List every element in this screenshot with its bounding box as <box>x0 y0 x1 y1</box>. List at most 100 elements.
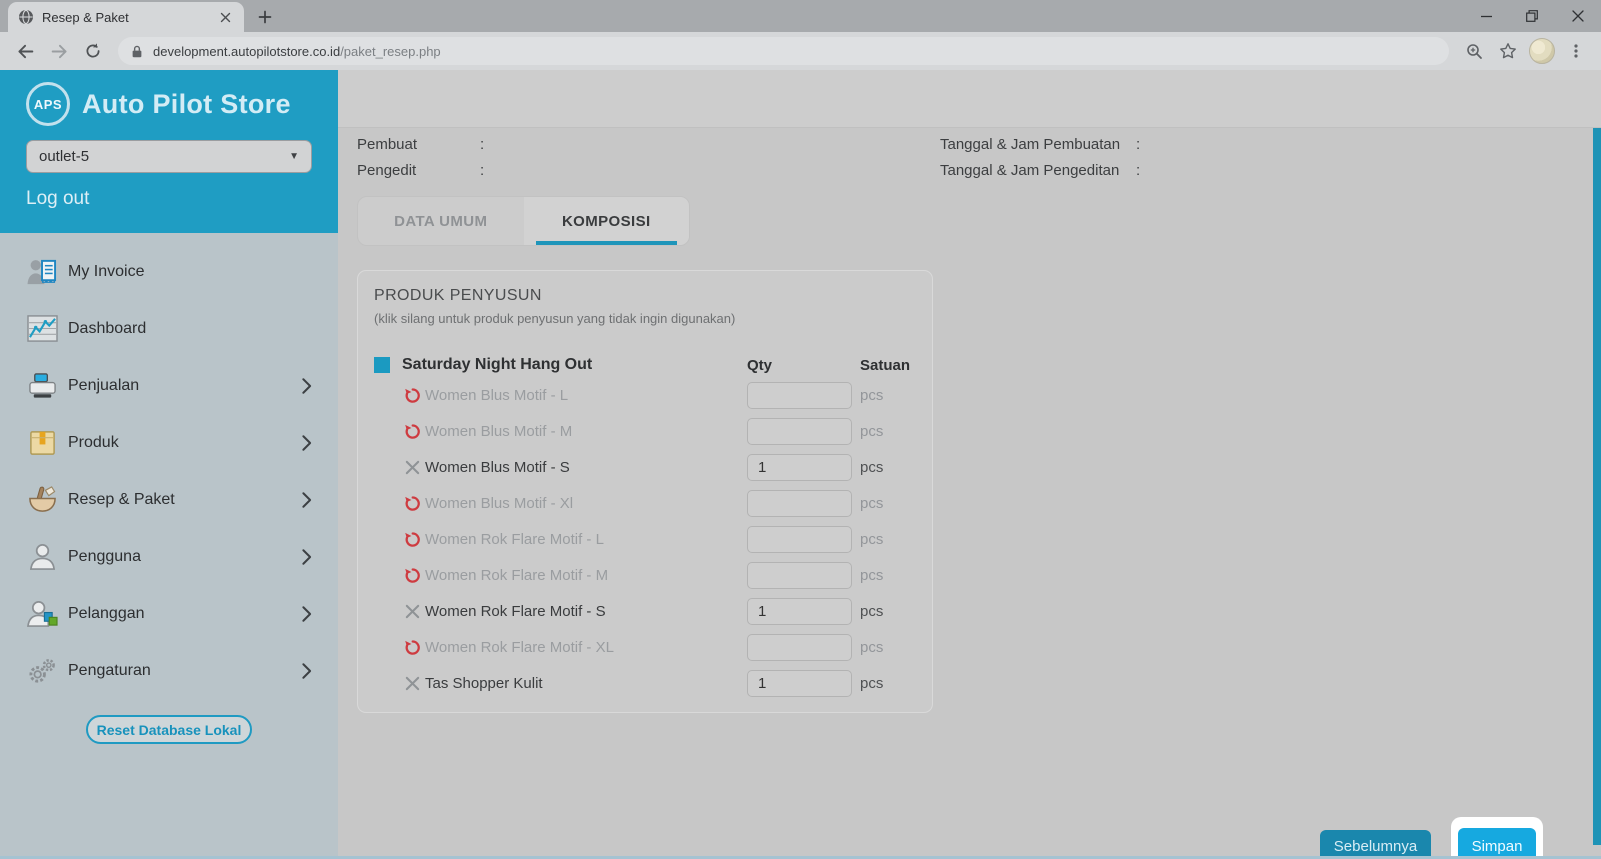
sidebar-item-my-invoice[interactable]: My Invoice <box>0 243 338 300</box>
unit-label: pcs <box>860 603 916 620</box>
undo-icon[interactable] <box>404 495 425 512</box>
aps-logo: APS <box>26 82 70 126</box>
page-scrollbar[interactable] <box>1593 128 1601 845</box>
window-close-button[interactable] <box>1555 0 1601 32</box>
undo-icon[interactable] <box>404 567 425 584</box>
outlet-select[interactable]: outlet-5 ▼ <box>26 140 312 173</box>
sidebar-item-label: Resep & Paket <box>68 491 175 509</box>
qty-input[interactable] <box>747 454 852 481</box>
browser-tab[interactable]: Resep & Paket <box>8 2 244 32</box>
sidebar-item-penjualan[interactable]: Penjualan <box>0 357 338 414</box>
pengedit-label: Pengedit <box>357 162 480 180</box>
dashboard-icon <box>26 314 62 343</box>
sidebar-item-dashboard[interactable]: Dashboard <box>0 300 338 357</box>
remove-x-icon[interactable] <box>404 459 425 476</box>
logout-link[interactable]: Log out <box>26 188 312 210</box>
profile-avatar[interactable] <box>1529 38 1555 64</box>
tab-komposisi[interactable]: KOMPOSISI <box>524 197 690 245</box>
invoice-icon <box>26 257 62 286</box>
sidebar-item-resep-paket[interactable]: Resep & Paket <box>0 471 338 528</box>
remove-x-icon[interactable] <box>404 675 425 692</box>
sidebar-item-label: Dashboard <box>68 320 146 338</box>
unit-label: pcs <box>860 567 916 584</box>
sidebar-item-produk[interactable]: Produk <box>0 414 338 471</box>
qty-input[interactable] <box>747 634 852 661</box>
previous-button[interactable]: Sebelumnya <box>1320 830 1431 856</box>
chevron-right-icon <box>301 377 312 395</box>
pembuat-row: Pembuat : <box>357 136 940 154</box>
record-meta: Pembuat : Pengedit : Tanggal & Jam Pembu… <box>338 128 1601 180</box>
outlet-select-value: outlet-5 <box>39 148 89 165</box>
unit-label: pcs <box>860 459 916 476</box>
customers-icon <box>26 599 62 628</box>
undo-icon[interactable] <box>404 387 425 404</box>
tanggal-pengeditan-label: Tanggal & Jam Pengeditan <box>940 162 1136 180</box>
save-button[interactable]: Simpan <box>1458 828 1536 857</box>
product-row: Women Rok Flare Motif - S pcs <box>374 597 916 626</box>
undo-icon[interactable] <box>404 423 425 440</box>
tabs-bar: DATA UMUMKOMPOSISI <box>357 196 690 246</box>
qty-input[interactable] <box>747 418 852 445</box>
product-name: Women Rok Flare Motif - XL <box>425 639 747 656</box>
product-row: Women Blus Motif - Spcs <box>374 453 916 482</box>
tab-title: Resep & Paket <box>42 10 216 25</box>
qty-cell <box>747 670 860 697</box>
qty-input[interactable] <box>747 562 852 589</box>
chevron-right-icon <box>301 662 312 680</box>
colon: : <box>480 136 494 154</box>
browser-menu-icon[interactable] <box>1561 36 1591 66</box>
tanggal-pembuatan-row: Tanggal & Jam Pembuatan : <box>940 136 1150 154</box>
product-row: Women Rok Flare Motif - M pcs <box>374 561 916 590</box>
product-name: Women Rok Flare Motif - M <box>425 567 747 584</box>
tab-data-umum[interactable]: DATA UMUM <box>358 197 524 245</box>
user-icon <box>26 542 62 571</box>
sidebar-item-label: Penjualan <box>68 377 139 395</box>
product-name: Women Blus Motif - L <box>425 387 747 404</box>
product-name: Women Rok Flare Motif - S <box>425 603 747 620</box>
qty-input[interactable] <box>747 526 852 553</box>
product-row: Women Blus Motif - Lpcs <box>374 381 916 410</box>
qty-input[interactable] <box>747 490 852 517</box>
colon: : <box>1136 136 1150 154</box>
tab-close-icon[interactable] <box>216 8 234 26</box>
qty-input[interactable] <box>747 670 852 697</box>
bookmark-star-icon[interactable] <box>1493 36 1523 66</box>
reset-database-button[interactable]: Reset Database Lokal <box>86 715 252 744</box>
window-restore-button[interactable] <box>1509 0 1555 32</box>
unit-label: pcs <box>860 531 916 548</box>
sidebar-item-pengguna[interactable]: Pengguna <box>0 528 338 585</box>
product-row: Women Blus Motif - Xlpcs <box>374 489 916 518</box>
sidebar-item-label: My Invoice <box>68 263 144 281</box>
reload-icon[interactable] <box>78 36 108 66</box>
qty-input[interactable] <box>747 598 852 625</box>
panel-title: PRODUK PENYUSUN <box>374 287 916 305</box>
url-bar[interactable]: development.autopilotstore.co.id/paket_r… <box>118 37 1449 65</box>
qty-cell <box>747 382 860 409</box>
remove-x-icon[interactable] <box>404 603 425 620</box>
pengedit-row: Pengedit : <box>357 162 940 180</box>
meta-left: Pembuat : Pengedit : <box>357 136 940 180</box>
product-row: Women Rok Flare Motif - XL pcs <box>374 633 916 662</box>
sidebar-item-label: Pelanggan <box>68 605 145 623</box>
zoom-search-icon[interactable] <box>1459 36 1489 66</box>
back-icon[interactable] <box>10 36 40 66</box>
sidebar-item-pelanggan[interactable]: Pelanggan <box>0 585 338 642</box>
colon: : <box>480 162 494 180</box>
qty-input[interactable] <box>747 382 852 409</box>
undo-icon[interactable] <box>404 639 425 656</box>
group-name: Saturday Night Hang Out <box>402 356 747 374</box>
sidebar-item-pengaturan[interactable]: Pengaturan <box>0 642 338 699</box>
new-tab-button[interactable] <box>250 2 280 32</box>
qty-cell <box>747 562 860 589</box>
panel-subtitle: (klik silang untuk produk penyusun yang … <box>374 311 916 326</box>
page: APS Auto Pilot Store outlet-5 ▼ Log out … <box>0 70 1601 856</box>
forward-icon[interactable] <box>44 36 74 66</box>
komposisi-panel: PRODUK PENYUSUN (klik silang untuk produ… <box>357 270 933 713</box>
unit-label: pcs <box>860 639 916 656</box>
browser-toolbar: development.autopilotstore.co.id/paket_r… <box>0 32 1601 70</box>
sidebar-menu: My Invoice Dashboard Penjualan Produk Resep … <box>0 233 338 699</box>
browser-titlebar: Resep & Paket <box>0 0 1601 32</box>
brand-name: Auto Pilot Store <box>82 89 291 120</box>
undo-icon[interactable] <box>404 531 425 548</box>
window-minimize-button[interactable] <box>1463 0 1509 32</box>
